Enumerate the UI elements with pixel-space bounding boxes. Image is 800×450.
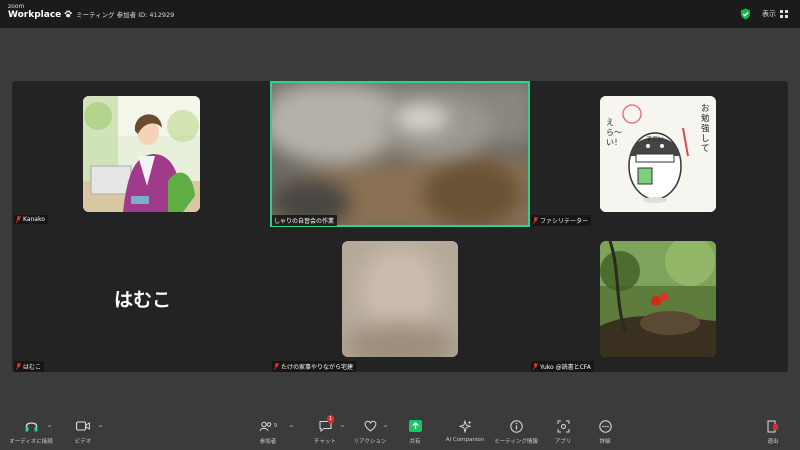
participant-name: ファシリテーター (540, 218, 589, 225)
participant-name: たけの家事やりながら宅建 (281, 364, 354, 371)
leave-door-icon (767, 420, 778, 432)
avatar-kanako[interactable] (83, 96, 200, 212)
more-label: 詳細 (599, 439, 611, 445)
leave-label: 退出 (767, 439, 779, 445)
mic-muted-icon (274, 363, 279, 370)
reactions-options-caret[interactable]: ^ (383, 425, 388, 432)
share-button[interactable]: 共有 (390, 418, 440, 445)
share-label: 共有 (409, 439, 421, 445)
video-label: ビデオ (74, 439, 92, 445)
participant-name: しゃりの自習会の作業 (274, 218, 335, 225)
video-tile-active-speaker[interactable] (270, 81, 530, 227)
mic-muted-icon (533, 363, 538, 370)
headphones-icon (25, 422, 37, 432)
participants-count: 9 (273, 423, 278, 429)
participants-button[interactable]: 9 参加者 (243, 418, 293, 445)
shield-icon[interactable] (740, 8, 751, 20)
participant-display-name: はむこ (113, 289, 171, 311)
nametag: Yuko @読書とCFA (531, 361, 594, 372)
participant-name: Yuko @読書とCFA (540, 364, 591, 371)
chat-label: チャット (314, 439, 336, 445)
participants-icon (259, 421, 272, 431)
sticker-text-left: えら〜い！ (606, 118, 622, 147)
avatar-garden[interactable] (600, 241, 716, 357)
mic-muted-icon (533, 217, 538, 224)
meeting-toolbar: オーディオに接続 ^ ビデオ ^ 9 参加者 ^ 1 チャット ^ リアクション… (0, 415, 800, 450)
apps-icon (557, 420, 569, 432)
meeting-info-button[interactable]: ミーティング情報 (491, 418, 541, 445)
participants-options-caret[interactable]: ^ (289, 425, 294, 432)
reactions-label: リアクション (353, 439, 387, 445)
zoom-logo: zoom Workplace (8, 4, 61, 20)
participant-name: Kanako (23, 216, 45, 223)
video-camera-icon (76, 421, 90, 431)
brand-large: Workplace (8, 10, 62, 20)
share-screen-icon (408, 420, 422, 432)
meeting-info-text: ミーティング 参加者 ID: 412929 (76, 11, 175, 19)
nametag: Kanako (14, 215, 48, 224)
audio-label: オーディオに接続 (9, 439, 53, 445)
chat-badge: 1 (327, 415, 335, 423)
participants-label: 参加者 (259, 439, 277, 445)
view-button[interactable]: 表示 (762, 9, 788, 19)
nametag: はむこ (14, 361, 45, 372)
ai-companion-label: AI Companion (445, 437, 485, 443)
audio-options-caret[interactable]: ^ (47, 425, 52, 432)
sticker-bubble: すごい (646, 136, 665, 143)
mic-muted-icon (16, 363, 21, 370)
meeting-info[interactable]: ミーティング 参加者 ID: 412929 (64, 9, 174, 19)
nametag: しゃりの自習会の作業 (272, 215, 338, 226)
avatar-sticker[interactable]: お勉強して えら〜い！ すごい (600, 96, 716, 212)
grid-icon (780, 10, 788, 18)
leave-button[interactable]: 退出 (748, 418, 798, 445)
paw-icon (64, 10, 72, 18)
video-options-caret[interactable]: ^ (98, 425, 103, 432)
nametag: たけの家事やりながら宅建 (272, 361, 357, 372)
nametag: ファシリテーター (531, 215, 592, 226)
top-bar: zoom Workplace ミーティング 参加者 ID: 412929 表示 (0, 0, 800, 28)
mic-muted-icon (16, 216, 21, 223)
participant-name: はむこ (23, 364, 42, 371)
more-icon (598, 419, 612, 433)
view-label: 表示 (762, 10, 776, 18)
sticker-text-right: お勉強して (701, 104, 710, 154)
heart-icon (364, 420, 376, 432)
info-icon (509, 419, 523, 433)
more-button[interactable]: 詳細 (580, 418, 630, 445)
avatar-blurred[interactable] (342, 241, 458, 357)
meeting-info-label: ミーティング情報 (494, 439, 538, 445)
sparkle-icon (458, 419, 471, 433)
ai-companion-button[interactable]: AI Companion (440, 418, 490, 443)
